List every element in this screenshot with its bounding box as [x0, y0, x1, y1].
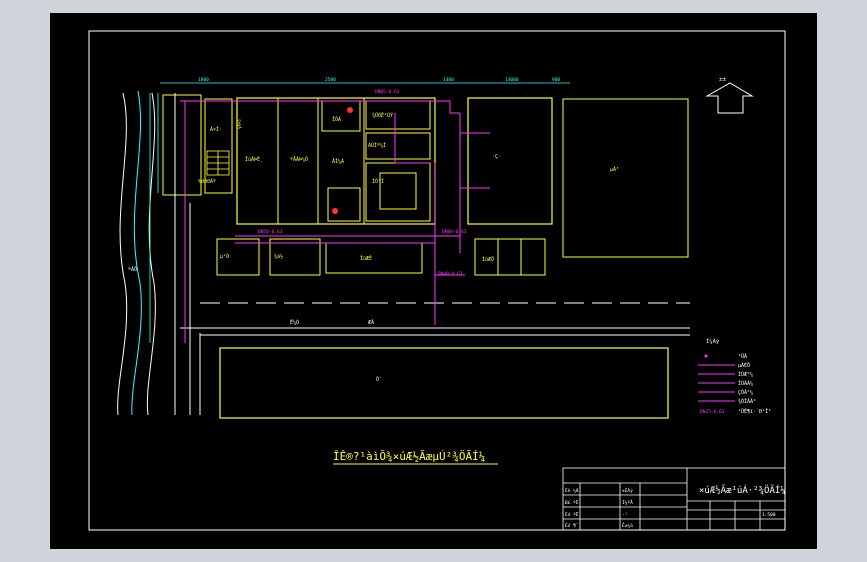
- road-label-t: ÆÂ: [368, 319, 374, 326]
- site-plan-drawing: ±± 1800 2500 1400 14000 900 Ã×Ì· %d00Ãº …: [88, 30, 786, 531]
- scale-label: 1:500: [762, 512, 776, 518]
- block-label-j: ÍÕ¹Í: [372, 177, 384, 185]
- legend-symbol-6: DN25-0.63: [700, 409, 725, 415]
- dim-label-5: 900: [552, 77, 560, 83]
- north-label: ±±: [719, 76, 727, 83]
- stamp-title: ×úÆ½Ãæ¹úÁ·²¾ÖÃÍ¼: [699, 484, 786, 496]
- block-label-b: ¾Áºö: [237, 119, 243, 129]
- legend-label-0: ¹ÜÂ: [738, 353, 747, 360]
- room-small-1: [321, 100, 361, 132]
- top-dimension-line: 1800 2500 1400 14000 900: [160, 77, 570, 84]
- block-label-f: ÏÒÃ: [332, 116, 341, 123]
- legend-label-1: µÃÉÖ: [738, 361, 750, 369]
- north-arrow-icon: ±±: [705, 76, 754, 114]
- road-label-s: Ë¼Ò: [290, 319, 299, 326]
- legend-label-4: ÇÓÃ°¼: [738, 389, 753, 396]
- pipe-label-3: DN80-0.63: [442, 229, 467, 235]
- legend-symbol-0: [704, 354, 708, 358]
- river-boundary-2: [131, 90, 142, 416]
- block-label-c: %d00Ãº: [198, 178, 216, 185]
- room-j: [365, 162, 431, 222]
- building-k: [467, 97, 553, 225]
- title-block-right-3: Ê±¼ä: [622, 521, 633, 529]
- legend-label-5: ¾ÓÎÂÃ°: [738, 398, 756, 405]
- title-block-left-3: Éó ¶¨: [565, 521, 579, 529]
- pipe-label-2: DN50-0.63: [258, 229, 283, 235]
- valve-marker-2: [332, 208, 338, 214]
- building-l: [562, 98, 689, 258]
- river-label-r: ºÂÖ: [128, 266, 137, 273]
- legend-label-6: ¹ÜÊ¶ï·´Ð¹Î²: [738, 407, 771, 415]
- block-label-q: Ö¯: [376, 376, 382, 383]
- river-boundary-1: [117, 92, 128, 416]
- title-block-left-0: Éè ¼Æ: [565, 486, 579, 494]
- block-label-k: ·Ç·: [492, 154, 501, 160]
- building-o: [325, 242, 423, 274]
- pipelines: [180, 100, 490, 343]
- dim-label-3: 1400: [443, 77, 454, 83]
- pipe-label-1: DN65-0.63: [375, 89, 400, 95]
- building-a: [162, 94, 202, 196]
- room-j-inner: [379, 172, 417, 210]
- block-label-o: ÎüÆÊ: [360, 254, 372, 262]
- legend-label-2: ÍÚÆ°¼: [738, 370, 753, 378]
- dim-label-2: 2500: [325, 77, 336, 83]
- legend-label-3: ÍÚÃÃ¼: [738, 379, 753, 387]
- building-q: [219, 347, 669, 419]
- drawing-title: ÎÊ®?¹àìÕ¾×úÆ½ÃæµÚ²¾ÖÃÍ¼: [333, 450, 485, 463]
- dim-label-1: 1800: [198, 77, 209, 83]
- pipe-label-4: DN40-0.63: [438, 271, 463, 277]
- title-block: [562, 467, 786, 531]
- title-block-right-0: ±ÈÀý: [622, 486, 633, 494]
- river-boundary-3: [146, 92, 156, 416]
- block-label-h: ¾ÛÓÊ²ÚÝ: [372, 111, 393, 119]
- block-label-e: ºÅÃÞ¼Ô: [290, 156, 308, 163]
- valve-marker-1: [347, 107, 353, 113]
- block-label-d: ÎüÃÞÊ¸: [245, 155, 263, 163]
- block-label-a: Ã×Ì·: [210, 126, 222, 133]
- block-label-l: µÃ³: [610, 166, 619, 173]
- title-block-right-1: Í¼ºÅ: [622, 498, 633, 506]
- block-label-g: ÅÎ¼Á: [332, 158, 344, 165]
- stair-block: [206, 150, 230, 176]
- title-block-left-2: Éó ºË: [565, 510, 579, 518]
- road: [174, 93, 690, 415]
- block-label-p: ÍúÆÖ: [482, 255, 494, 263]
- room-small-2: [327, 187, 361, 222]
- cad-viewport[interactable]: ±± 1800 2500 1400 14000 900 Ã×Ì· %d00Ãº …: [50, 13, 817, 549]
- legend-title: Í¼Àý: [706, 337, 720, 345]
- block-label-m: µ¹Ó: [220, 253, 229, 260]
- title-block-right-2: ·¹: [622, 513, 628, 518]
- block-label-i: ÀÚÌº¼Í: [368, 141, 386, 149]
- title-block-left-1: Ð£ ºË: [565, 499, 579, 506]
- legend: Í¼Àý ¹ÜÂ µÃÉÖ ÍÚÆ°¼ ÍÚÃÃ¼ ÇÓÃ°¼ ¾ÓÎÂÃ° D…: [698, 337, 771, 415]
- block-label-n: ¾á½: [274, 253, 283, 260]
- dim-label-4: 14000: [505, 77, 519, 83]
